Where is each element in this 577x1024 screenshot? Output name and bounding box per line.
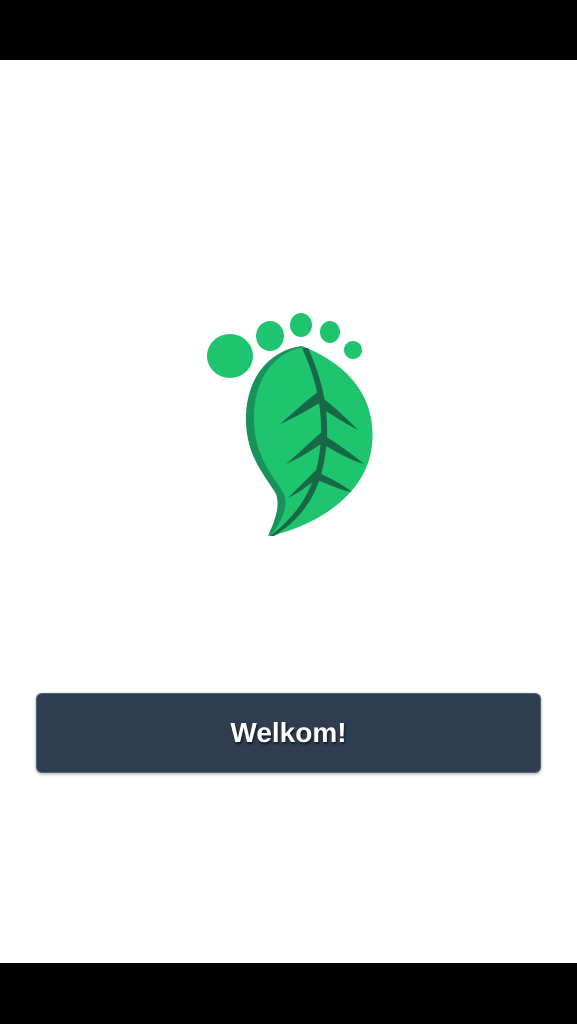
leaf-footprint-icon (200, 312, 380, 542)
welcome-screen: Welkom! (0, 60, 577, 963)
status-bar (0, 0, 577, 60)
welcome-button-label: Welkom! (230, 717, 347, 748)
app-screen: Welkom! (0, 0, 577, 1024)
navigation-bar (0, 963, 577, 1024)
welcome-button[interactable]: Welkom! (36, 693, 541, 773)
